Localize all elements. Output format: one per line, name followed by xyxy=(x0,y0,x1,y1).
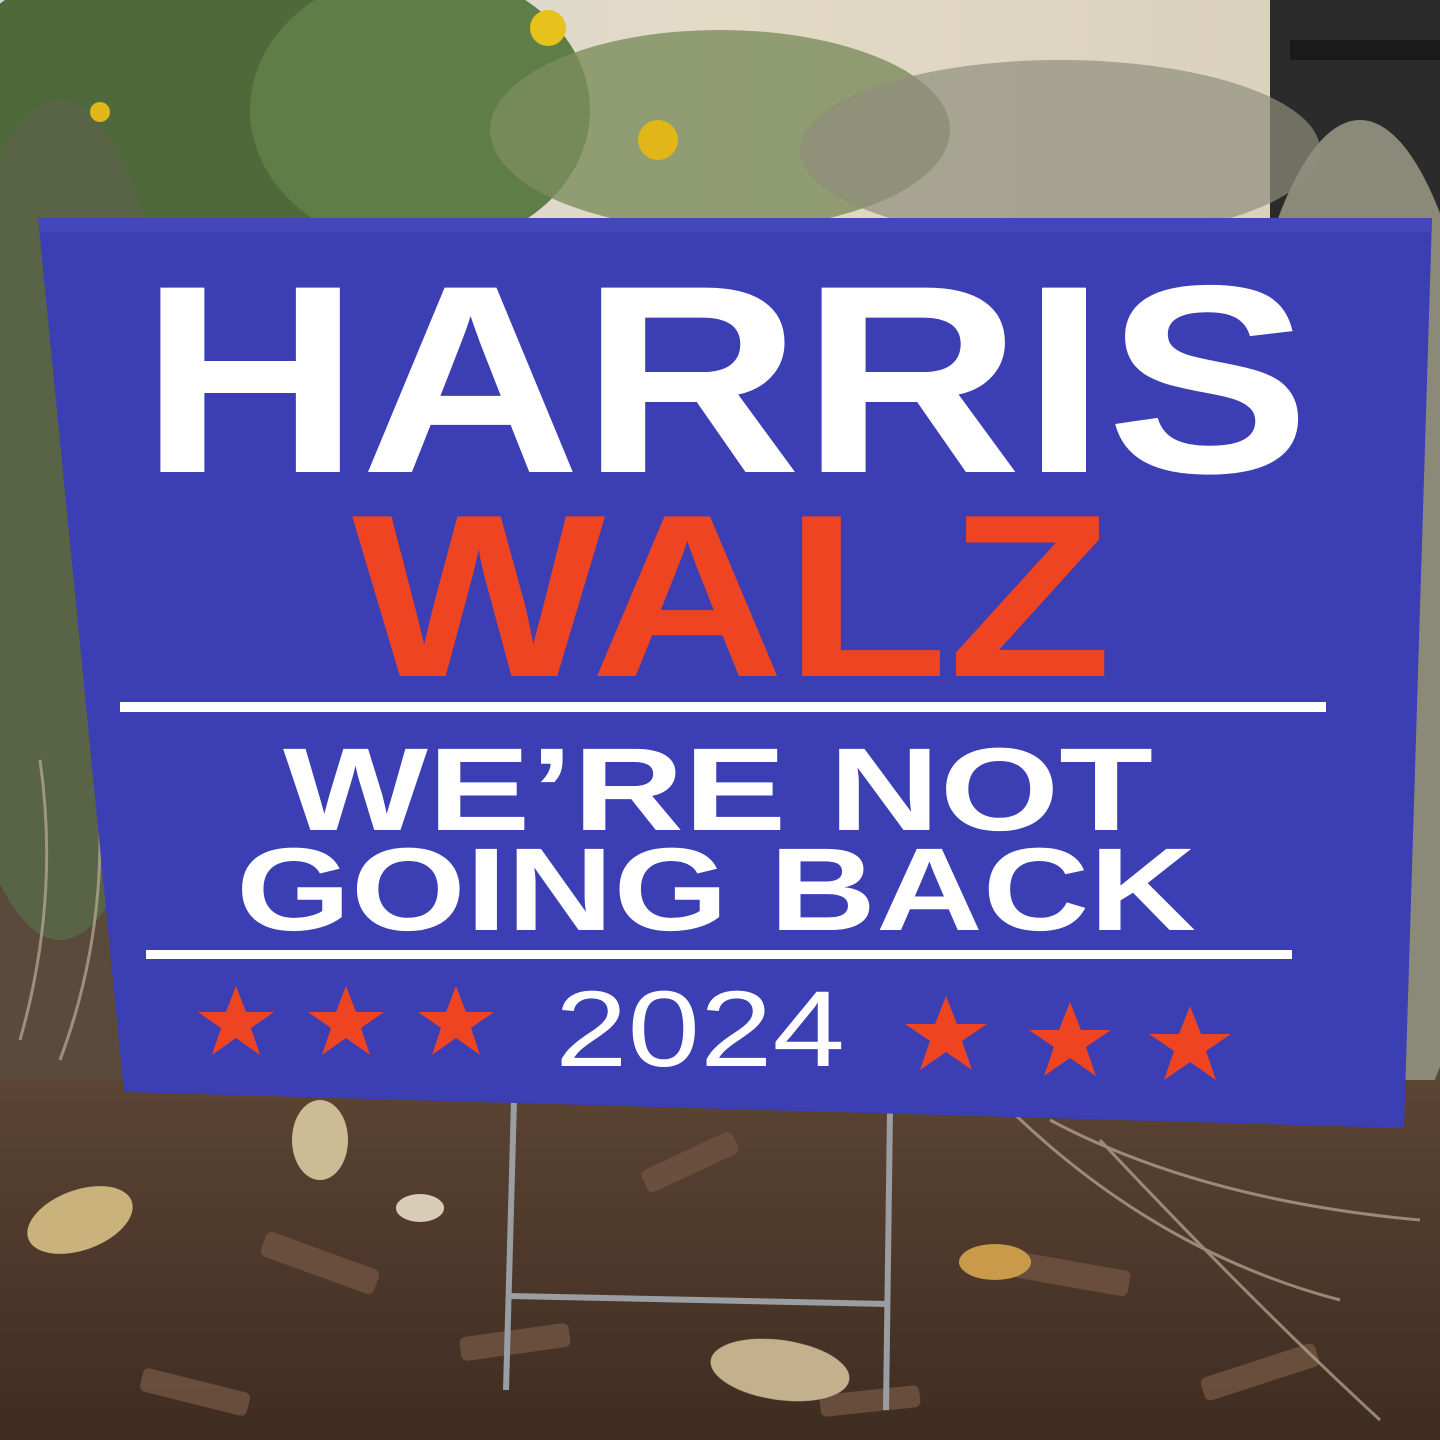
candidate-name-walz: WALZ xyxy=(352,467,1112,726)
election-year: 2024 xyxy=(555,968,845,1089)
divider-top xyxy=(120,702,1326,712)
divider-bottom xyxy=(146,950,1292,959)
wire-stake xyxy=(503,1099,893,1411)
photo-scene: HARRIS WALZ WE’RE NOT GOING BACK 2024 xyxy=(0,0,1440,1440)
slogan-line-2: GOING BACK xyxy=(236,824,1196,956)
yard-sign: HARRIS WALZ WE’RE NOT GOING BACK 2024 xyxy=(38,218,1432,1411)
